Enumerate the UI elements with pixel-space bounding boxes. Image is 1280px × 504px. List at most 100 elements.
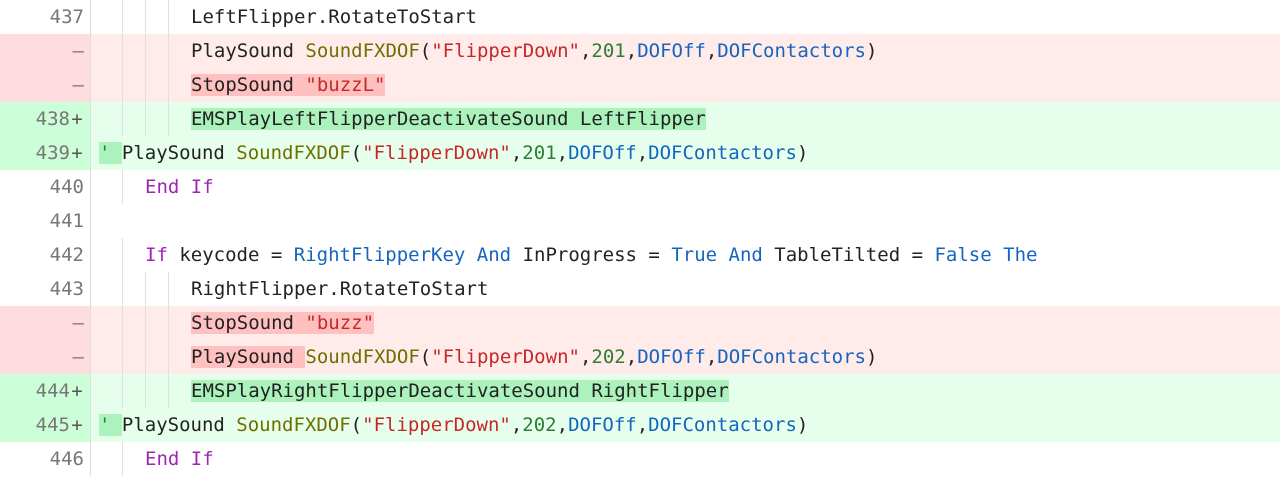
code-token: , bbox=[580, 346, 591, 368]
code-token: If bbox=[191, 448, 214, 470]
code-token: = bbox=[648, 244, 659, 266]
code-token: , bbox=[637, 414, 648, 436]
code-token: InProgress bbox=[511, 244, 648, 266]
code-token: "FlipperDown" bbox=[362, 414, 511, 436]
code-cell[interactable]: End If bbox=[91, 170, 1280, 204]
diff-line[interactable]: 443 RightFlipper.RotateToStart bbox=[0, 272, 1280, 306]
code-token: If bbox=[191, 176, 214, 198]
code-token: 201 bbox=[591, 40, 625, 62]
code-cell[interactable]: ' PlaySound SoundFXDOF("FlipperDown",202… bbox=[91, 408, 1280, 442]
code-token: ) bbox=[866, 346, 877, 368]
diff-line[interactable]: — PlaySound SoundFXDOF("FlipperDown",201… bbox=[0, 34, 1280, 68]
code-token: 202 bbox=[522, 414, 556, 436]
line-number-gutter[interactable]: — bbox=[0, 340, 91, 374]
code-cell[interactable]: PlaySound SoundFXDOF("FlipperDown",201,D… bbox=[91, 34, 1280, 68]
code-token: And bbox=[729, 244, 763, 266]
line-number-gutter[interactable]: 446 bbox=[0, 442, 91, 476]
code-cell[interactable]: LeftFlipper.RotateToStart bbox=[91, 0, 1280, 34]
diff-line[interactable]: 444+ EMSPlayRightFlipperDeactivateSound … bbox=[0, 374, 1280, 408]
code-cell[interactable]: PlaySound SoundFXDOF("FlipperDown",202,D… bbox=[91, 340, 1280, 374]
code-token: DOFOff bbox=[568, 142, 637, 164]
code-token: SoundFXDOF bbox=[305, 346, 419, 368]
line-number-gutter[interactable]: — bbox=[0, 34, 91, 68]
code-token: LeftFlipper.RotateToStart bbox=[191, 6, 477, 28]
line-number: 440 bbox=[50, 176, 84, 198]
diff-line[interactable]: 438+ EMSPlayLeftFlipperDeactivateSound L… bbox=[0, 102, 1280, 136]
code-cell[interactable] bbox=[91, 204, 1280, 238]
diff-line[interactable]: 445+' PlaySound SoundFXDOF("FlipperDown"… bbox=[0, 408, 1280, 442]
code-cell[interactable]: End If bbox=[91, 442, 1280, 476]
line-number-gutter[interactable]: 437 bbox=[0, 0, 91, 34]
diff-line[interactable]: 437 LeftFlipper.RotateToStart bbox=[0, 0, 1280, 34]
code-token: ) bbox=[797, 414, 808, 436]
code-token: RightFlipper.RotateToStart bbox=[191, 278, 488, 300]
code-cell[interactable]: StopSound "buzzL" bbox=[91, 68, 1280, 102]
line-number: 446 bbox=[50, 448, 84, 470]
code-token: , bbox=[637, 142, 648, 164]
line-number-gutter[interactable]: 441 bbox=[0, 204, 91, 238]
diff-line[interactable]: 446 End If bbox=[0, 442, 1280, 476]
line-number: — bbox=[73, 74, 84, 96]
line-number-gutter[interactable]: — bbox=[0, 306, 91, 340]
code-token: And bbox=[477, 244, 511, 266]
code-token: "buzz" bbox=[305, 312, 374, 334]
line-number-gutter[interactable]: 439+ bbox=[0, 136, 91, 170]
line-number: 444 bbox=[36, 380, 70, 402]
code-cell[interactable]: ' PlaySound SoundFXDOF("FlipperDown",201… bbox=[91, 136, 1280, 170]
line-number: 445 bbox=[36, 414, 70, 436]
diff-sign: + bbox=[70, 136, 84, 170]
code-token: "FlipperDown" bbox=[431, 40, 580, 62]
code-token bbox=[179, 448, 190, 470]
code-token: PlaySound bbox=[191, 40, 305, 62]
code-token: End bbox=[145, 448, 179, 470]
code-token: PlaySound bbox=[122, 414, 236, 436]
code-token: ( bbox=[420, 346, 431, 368]
code-token: "buzzL" bbox=[305, 74, 385, 96]
code-token: ( bbox=[351, 414, 362, 436]
line-number: 438 bbox=[36, 108, 70, 130]
diff-sign: + bbox=[70, 102, 84, 136]
code-token: ) bbox=[866, 40, 877, 62]
code-token: End bbox=[145, 176, 179, 198]
code-token: = bbox=[271, 244, 282, 266]
code-token: DOFOff bbox=[637, 40, 706, 62]
code-cell[interactable]: RightFlipper.RotateToStart bbox=[91, 272, 1280, 306]
code-token bbox=[717, 244, 728, 266]
code-cell[interactable]: EMSPlayRightFlipperDeactivateSound Right… bbox=[91, 374, 1280, 408]
code-token: 201 bbox=[522, 142, 556, 164]
line-number-gutter[interactable]: — bbox=[0, 68, 91, 102]
line-number-gutter[interactable]: 438+ bbox=[0, 102, 91, 136]
line-number: — bbox=[73, 346, 84, 368]
line-number-gutter[interactable]: 442 bbox=[0, 238, 91, 272]
code-token: ' bbox=[99, 142, 122, 164]
code-token: False bbox=[934, 244, 991, 266]
diff-line[interactable]: — StopSound "buzzL" bbox=[0, 68, 1280, 102]
code-token: DOFOff bbox=[568, 414, 637, 436]
code-token: DOFContactors bbox=[648, 142, 797, 164]
code-token: ' bbox=[99, 414, 122, 436]
diff-line[interactable]: 441 bbox=[0, 204, 1280, 238]
line-number-gutter[interactable]: 440 bbox=[0, 170, 91, 204]
code-cell[interactable]: StopSound "buzz" bbox=[91, 306, 1280, 340]
diff-line[interactable]: 442 If keycode = RightFlipperKey And InP… bbox=[0, 238, 1280, 272]
diff-line[interactable]: — StopSound "buzz" bbox=[0, 306, 1280, 340]
diff-line[interactable]: 440 End If bbox=[0, 170, 1280, 204]
code-token: , bbox=[706, 346, 717, 368]
code-token: DOFContactors bbox=[717, 346, 866, 368]
code-token bbox=[465, 244, 476, 266]
diff-line[interactable]: — PlaySound SoundFXDOF("FlipperDown",202… bbox=[0, 340, 1280, 374]
line-number-gutter[interactable]: 444+ bbox=[0, 374, 91, 408]
diff-line[interactable]: 439+' PlaySound SoundFXDOF("FlipperDown"… bbox=[0, 136, 1280, 170]
line-number-gutter[interactable]: 443 bbox=[0, 272, 91, 306]
code-token: ) bbox=[797, 142, 808, 164]
code-token: SoundFXDOF bbox=[305, 40, 419, 62]
code-cell[interactable]: EMSPlayLeftFlipperDeactivateSound LeftFl… bbox=[91, 102, 1280, 136]
code-token: True bbox=[671, 244, 717, 266]
code-token: ( bbox=[351, 142, 362, 164]
code-token bbox=[660, 244, 671, 266]
code-token: EMSPlayRightFlipperDeactivateSound Right… bbox=[191, 380, 729, 402]
code-token bbox=[179, 176, 190, 198]
line-number-gutter[interactable]: 445+ bbox=[0, 408, 91, 442]
code-cell[interactable]: If keycode = RightFlipperKey And InProgr… bbox=[91, 238, 1280, 272]
code-token: keycode bbox=[168, 244, 271, 266]
